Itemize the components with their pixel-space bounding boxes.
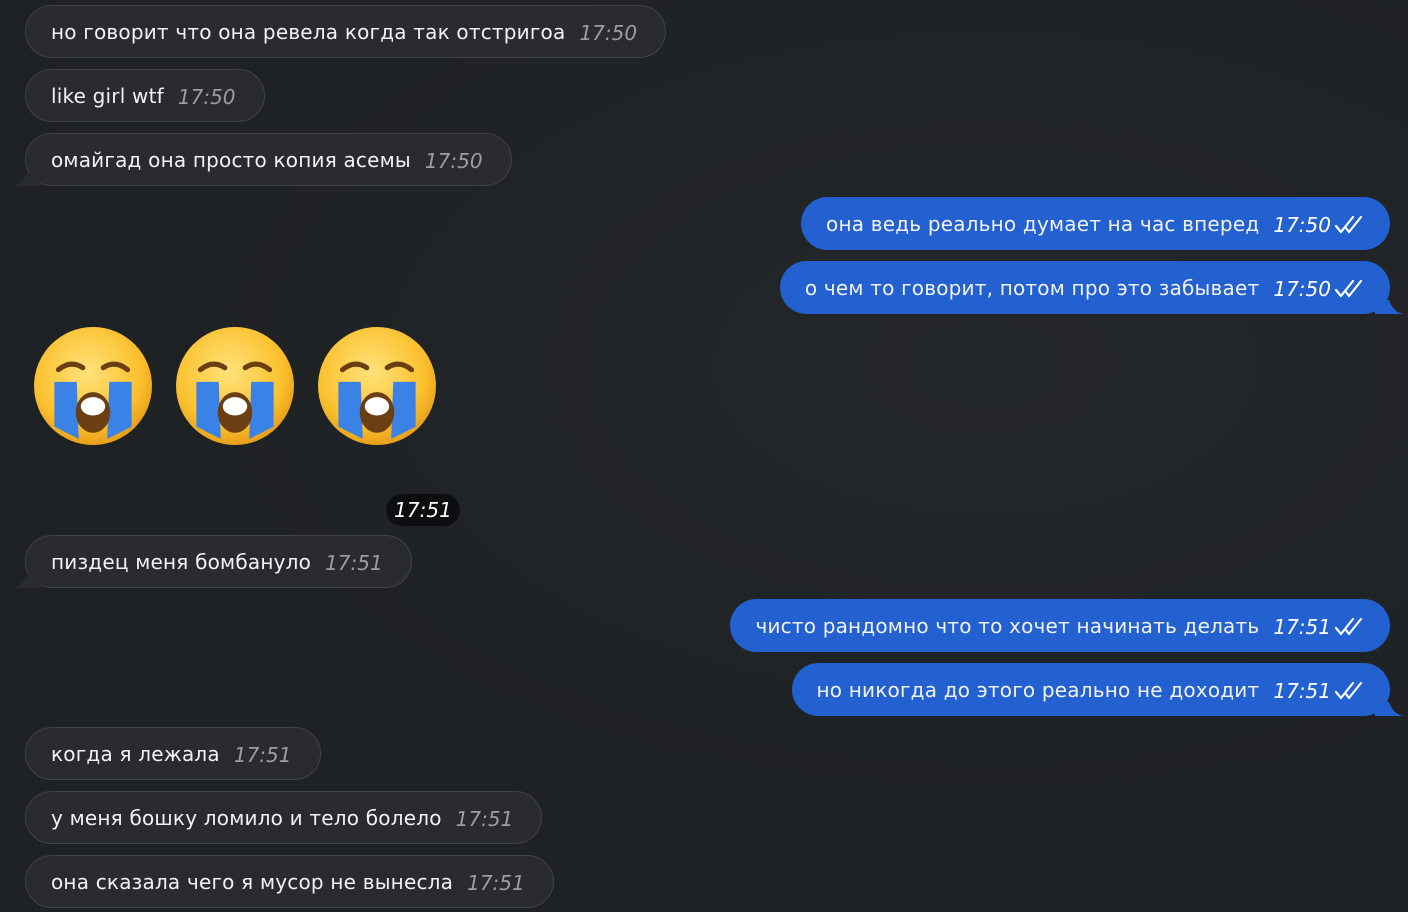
- message-text: когда я лежала: [51, 741, 220, 766]
- bubble-tail: [1375, 300, 1403, 314]
- double-check-icon: [1334, 215, 1363, 233]
- emoji-message-time: 17:51: [386, 494, 460, 526]
- double-check-icon: [1334, 681, 1363, 699]
- incoming-message[interactable]: омайгад она просто копия асемы 17:50: [25, 133, 512, 186]
- bubble-tail: [1375, 702, 1403, 716]
- outgoing-message[interactable]: она ведь реально думает на час вперед 17…: [801, 197, 1390, 250]
- chat-history[interactable]: но говорит что она ревела когда так отст…: [0, 0, 1408, 912]
- loudly-crying-face-icon: [318, 327, 436, 445]
- message-time: 17:51: [1273, 615, 1331, 639]
- outgoing-message[interactable]: чисто рандомно что то хочет начинать дел…: [730, 599, 1390, 652]
- message-time: 17:50: [1273, 213, 1331, 237]
- double-check-icon: [1334, 279, 1363, 297]
- incoming-message[interactable]: она сказала чего я мусор не вынесла 17:5…: [25, 855, 554, 908]
- outgoing-message[interactable]: но никогда до этого реально не доходит 1…: [791, 663, 1390, 716]
- double-check-icon: [1334, 617, 1363, 635]
- loudly-crying-face-icon: [34, 327, 152, 445]
- loudly-crying-face-icon: [176, 327, 294, 445]
- message-text: о чем то говорит, потом про это забывает: [804, 275, 1260, 300]
- message-text: чисто рандомно что то хочет начинать дел…: [755, 613, 1260, 638]
- outgoing-message[interactable]: о чем то говорит, потом про это забывает…: [779, 261, 1390, 314]
- message-text: омайгад она просто копия асемы: [51, 147, 411, 172]
- message-time: 17:50: [424, 149, 483, 173]
- message-text: like girl wtf: [51, 83, 164, 108]
- message-text: она сказала чего я мусор не вынесла: [51, 869, 454, 894]
- message-time: 17:50: [579, 21, 638, 45]
- incoming-message[interactable]: когда я лежала 17:51: [25, 727, 321, 780]
- message-text: она ведь реально думает на час вперед: [826, 211, 1260, 236]
- message-time: 17:51: [1273, 679, 1331, 703]
- incoming-message[interactable]: у меня бошку ломило и тело болело 17:51: [25, 791, 543, 844]
- message-time: 17:51: [467, 871, 525, 895]
- bubble-tail: [13, 574, 41, 588]
- message-time: 17:51: [455, 807, 514, 831]
- bubble-tail: [13, 172, 41, 186]
- message-time: 17:51: [233, 743, 292, 767]
- emoji-message[interactable]: [32, 325, 438, 447]
- message-time: 17:51: [325, 551, 383, 575]
- message-text: но говорит что она ревела когда так отст…: [51, 19, 566, 44]
- message-time: 17:50: [1273, 277, 1331, 301]
- message-text: но никогда до этого реально не доходит: [816, 677, 1260, 702]
- incoming-message[interactable]: пиздец меня бомбануло 17:51: [25, 535, 412, 588]
- incoming-message[interactable]: like girl wtf 17:50: [25, 69, 265, 122]
- incoming-message[interactable]: но говорит что она ревела когда так отст…: [25, 5, 667, 58]
- message-text: у меня бошку ломило и тело болело: [51, 805, 442, 830]
- message-time: 17:50: [177, 85, 236, 109]
- message-text: пиздец меня бомбануло: [51, 549, 312, 574]
